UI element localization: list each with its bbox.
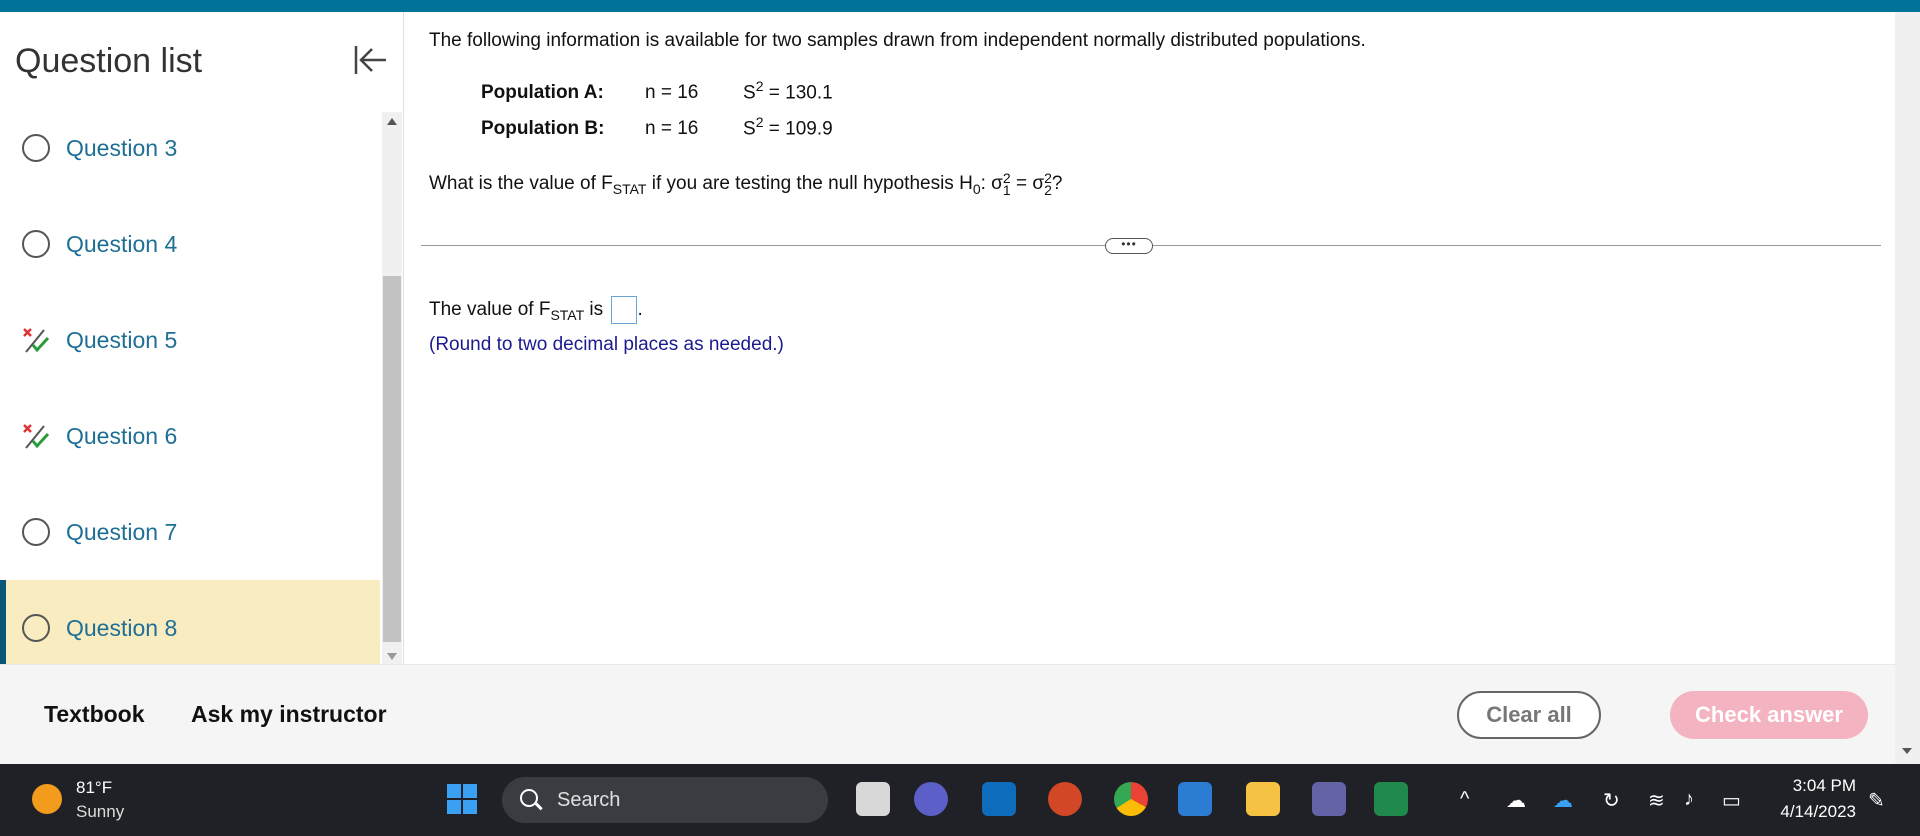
windows-taskbar: 81°F Sunny Search ^ ☁ ☁ ↻ ≋ ♪ ▭ 3:04 PM … — [0, 764, 1920, 836]
question-label: Question 6 — [66, 422, 178, 449]
question-list-sidebar: Question list Question 3 Question 4 Ques… — [0, 12, 404, 664]
file-explorer-icon[interactable] — [1246, 782, 1280, 816]
sidebar-scrollbar[interactable] — [382, 112, 402, 664]
active-indicator — [0, 580, 6, 664]
wifi-icon[interactable]: ≋ — [1648, 788, 1665, 813]
weather-description[interactable]: Sunny — [76, 802, 124, 822]
answer-input[interactable] — [611, 296, 638, 324]
sun-icon[interactable] — [32, 784, 62, 814]
population-b-n: n = 16 — [645, 118, 699, 139]
search-label: Search — [557, 789, 621, 811]
teams-chat-icon[interactable] — [914, 782, 948, 816]
unanswered-circle-icon — [22, 614, 50, 642]
population-a-variance: S2 = 130.1 — [743, 78, 833, 104]
question-label: Question 8 — [66, 614, 178, 641]
question-item-8[interactable]: Question 8 — [0, 580, 380, 664]
population-b-variance: S2 = 109.9 — [743, 114, 833, 140]
question-label: Question 4 — [66, 230, 178, 257]
collapse-sidebar-icon[interactable] — [350, 40, 390, 80]
question-label: Question 5 — [66, 326, 178, 353]
rounding-hint: (Round to two decimal places as needed.) — [429, 334, 784, 355]
ask-instructor-link[interactable]: Ask my instructor — [191, 701, 387, 728]
population-a-label: Population A: — [481, 82, 604, 103]
population-a-n: n = 16 — [645, 82, 699, 103]
question-list: Question 3 Question 4 Question 5 Questio… — [0, 100, 380, 664]
search-icon — [520, 789, 538, 807]
cloud-icon[interactable]: ☁ — [1506, 788, 1526, 813]
unanswered-circle-icon — [22, 230, 50, 258]
excel-icon[interactable] — [1374, 782, 1408, 816]
population-b-label: Population B: — [481, 118, 605, 139]
sidebar-title: Question list — [15, 42, 203, 80]
chevron-up-icon[interactable]: ^ — [1460, 788, 1469, 811]
partial-credit-icon — [23, 328, 50, 353]
question-label: Question 7 — [66, 518, 178, 545]
question-item-4[interactable]: Question 4 — [0, 196, 380, 292]
question-item-5[interactable]: Question 5 — [0, 292, 380, 388]
sync-icon[interactable]: ↻ — [1603, 788, 1620, 813]
clear-all-button[interactable]: Clear all — [1457, 691, 1601, 739]
word-icon[interactable] — [1178, 782, 1212, 816]
weather-temperature[interactable]: 81°F — [76, 778, 112, 798]
volume-icon[interactable]: ♪ — [1684, 788, 1694, 811]
question-label: Question 3 — [66, 134, 178, 161]
teams-icon[interactable] — [1312, 782, 1346, 816]
outlook-icon[interactable] — [982, 782, 1016, 816]
textbook-link[interactable]: Textbook — [44, 701, 145, 728]
question-item-7[interactable]: Question 7 — [0, 484, 380, 580]
windows-start-icon[interactable] — [445, 782, 479, 816]
scrollbar-thumb[interactable] — [383, 276, 401, 642]
battery-icon[interactable]: ▭ — [1722, 788, 1741, 813]
scroll-down-arrow-icon[interactable] — [387, 653, 397, 660]
partial-credit-icon — [23, 424, 50, 449]
taskbar-search[interactable]: Search — [502, 777, 828, 823]
scroll-down-arrow-icon[interactable] — [1902, 748, 1912, 754]
question-intro: The following information is available f… — [429, 30, 1366, 51]
task-view-icon[interactable] — [856, 782, 890, 816]
page-scrollbar[interactable] — [1895, 12, 1920, 764]
clock-time[interactable]: 3:04 PM — [1774, 776, 1856, 796]
question-prompt: What is the value of FSTAT if you are te… — [429, 170, 1063, 198]
scroll-up-arrow-icon[interactable] — [387, 118, 397, 125]
expand-more-button[interactable]: ••• — [1105, 238, 1153, 254]
footer-toolbar: Textbook Ask my instructor Clear all Che… — [0, 664, 1895, 764]
question-item-6[interactable]: Question 6 — [0, 388, 380, 484]
question-item-3[interactable]: Question 3 — [0, 100, 380, 196]
powerpoint-icon[interactable] — [1048, 782, 1082, 816]
unanswered-circle-icon — [22, 518, 50, 546]
clock-date[interactable]: 4/14/2023 — [1764, 802, 1856, 822]
question-content: The following information is available f… — [405, 12, 1895, 664]
unanswered-circle-icon — [22, 134, 50, 162]
onedrive-icon[interactable]: ☁ — [1553, 788, 1573, 813]
answer-statement: The value of FSTAT is . — [429, 296, 643, 324]
check-answer-button[interactable]: Check answer — [1670, 691, 1868, 739]
notification-icon[interactable]: ✎ — [1868, 788, 1885, 813]
chrome-icon[interactable] — [1114, 782, 1148, 816]
top-accent-bar — [0, 0, 1920, 12]
